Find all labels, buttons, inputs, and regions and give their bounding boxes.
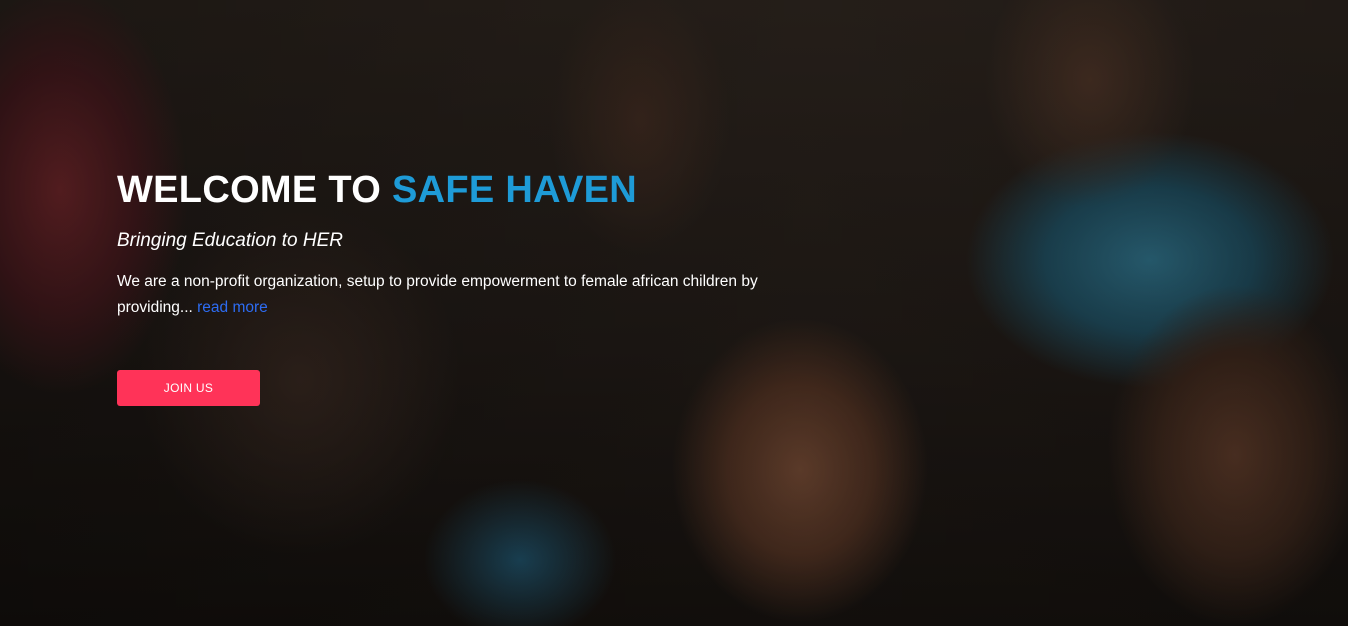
hero-section: WELCOME TO SAFE HAVEN Bringing Education… [0,0,1348,626]
join-us-button[interactable]: JOIN US [117,370,260,406]
hero-description: We are a non-profit organization, setup … [117,269,777,321]
headline-highlight: SAFE HAVEN [391,169,638,211]
headline-prefix: WELCOME TO [117,169,392,211]
hero-tagline: Bringing Education to HER [117,230,344,251]
hero-content: WELCOME TO SAFE HAVEN Bringing Education… [117,168,777,321]
hero-headline: WELCOME TO SAFE HAVEN [117,168,777,212]
read-more-link[interactable]: read more [197,299,268,316]
